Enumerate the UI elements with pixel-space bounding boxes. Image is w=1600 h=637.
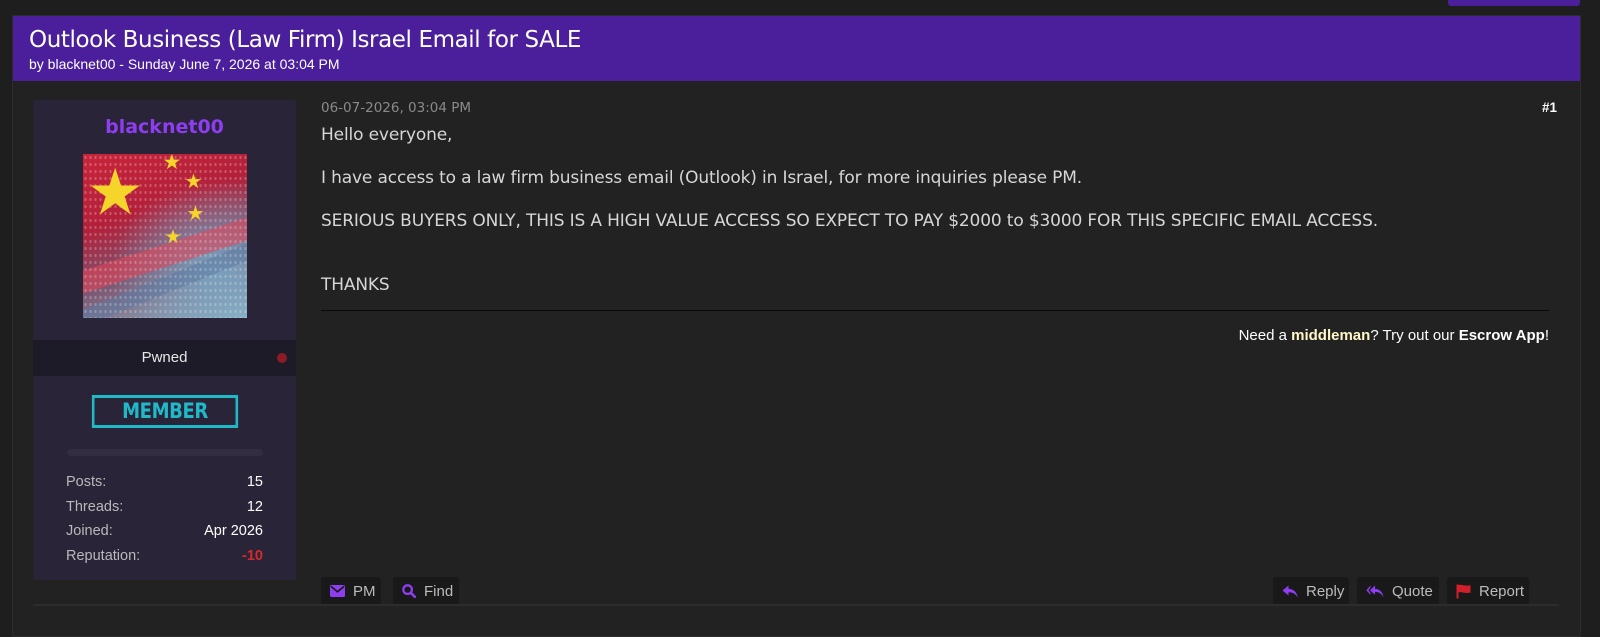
quote-button-label: Quote	[1392, 582, 1433, 600]
stat-value[interactable]: 12	[247, 495, 263, 520]
post-date: 06-07-2026, 03:04 PM	[321, 100, 472, 116]
find-button-label: Find	[424, 582, 454, 600]
escrow-text: Need a	[1238, 327, 1292, 344]
escrow-app-link[interactable]: Escrow App	[1459, 327, 1545, 344]
reply-icon	[1282, 585, 1298, 598]
escrow-text: !	[1544, 327, 1549, 344]
stat-joined: Joined: Apr 2026	[66, 519, 263, 544]
thread-panel: Outlook Business (Law Firm) Israel Email…	[12, 15, 1581, 637]
member-badge: MEMBER	[91, 395, 238, 428]
post-line: SERIOUS BUYERS ONLY, THIS IS A HIGH VALU…	[321, 211, 1378, 231]
report-button-label: Report	[1479, 582, 1525, 600]
post-line: THANKS	[321, 275, 390, 295]
middleman-link[interactable]: middleman	[1291, 327, 1370, 344]
stat-label: Threads:	[66, 498, 124, 515]
top-tab-button[interactable]	[1448, 0, 1580, 6]
post-line: I have access to a law firm business ema…	[321, 168, 1083, 188]
stat-reputation: Reputation: -10	[66, 544, 263, 569]
user-rank-label: Pwned	[141, 349, 188, 366]
pm-button-label: PM	[353, 582, 376, 600]
stat-label: Posts:	[66, 474, 107, 490]
avatar[interactable]: ★ ★ ★ ★ ★	[82, 154, 247, 318]
flag-star-icon: ★	[164, 227, 182, 248]
pm-button[interactable]: PM	[321, 577, 381, 605]
escrow-text: ? Try out our	[1370, 327, 1459, 344]
search-icon	[402, 584, 416, 598]
thread-meta: by blacknet00 - Sunday June 7, 2026 at 0…	[29, 56, 340, 72]
username-link[interactable]: blacknet00	[33, 116, 296, 138]
stat-label: Reputation:	[66, 547, 141, 564]
thread-header: Outlook Business (Law Firm) Israel Email…	[13, 16, 1580, 81]
find-button[interactable]: Find	[393, 577, 459, 605]
reply-button-label: Reply	[1306, 582, 1345, 600]
escrow-signature: Need a middleman? Try out our Escrow App…	[1239, 327, 1549, 344]
post-number-link[interactable]: #1	[1542, 100, 1557, 115]
user-rank: Pwned	[33, 340, 296, 376]
stat-threads: Threads: 12	[66, 495, 263, 520]
flag-star-icon: ★	[162, 154, 182, 174]
thread-title: Outlook Business (Law Firm) Israel Email…	[29, 27, 582, 53]
user-stats: Posts: 15 Threads: 12 Joined: Apr 2026 R…	[66, 470, 263, 568]
stat-value[interactable]: -10	[242, 544, 263, 569]
report-button[interactable]: Report	[1447, 577, 1529, 605]
reply-all-icon	[1366, 585, 1384, 598]
flag-star-icon: ★	[184, 171, 203, 193]
stat-value[interactable]: 15	[247, 470, 263, 495]
stat-posts: Posts: 15	[66, 470, 263, 495]
signature-divider	[321, 310, 1549, 311]
flag-icon	[1456, 584, 1471, 599]
reputation-bar	[66, 449, 263, 456]
quote-button[interactable]: Quote	[1357, 577, 1439, 605]
envelope-icon	[330, 585, 345, 597]
offline-status-dot	[277, 353, 287, 363]
post-line: Hello everyone,	[321, 125, 453, 145]
flag-star-icon: ★	[186, 203, 205, 225]
post-divider	[33, 604, 1559, 606]
stat-label: Joined:	[66, 523, 113, 539]
user-card: blacknet00 ★ ★ ★ ★ ★ Pwned MEMBER Posts:…	[33, 100, 296, 580]
flag-star-icon: ★	[86, 156, 144, 228]
stat-value: Apr 2026	[204, 523, 263, 539]
reply-button[interactable]: Reply	[1273, 577, 1349, 605]
